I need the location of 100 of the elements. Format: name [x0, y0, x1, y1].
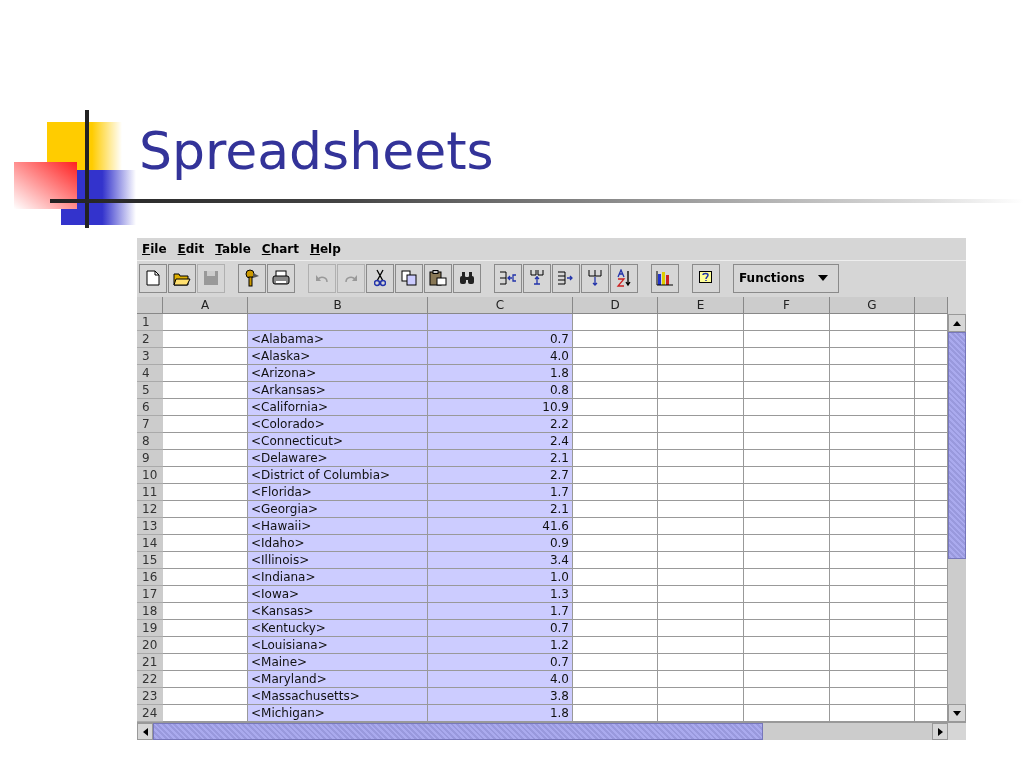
- column-header[interactable]: G: [830, 297, 915, 314]
- append-row-button[interactable]: [581, 263, 609, 293]
- row-header[interactable]: 12: [137, 501, 163, 518]
- table-cell: 0.8: [428, 382, 573, 399]
- table-cell: <Colorado>: [248, 416, 428, 433]
- horizontal-scrollbar[interactable]: [137, 722, 966, 740]
- blank-page-icon: [146, 270, 160, 286]
- chart-button[interactable]: [651, 263, 679, 293]
- table-cell: <Alabama>: [248, 331, 428, 348]
- table-cell: 1.2: [428, 637, 573, 654]
- table-cell: 2.1: [428, 450, 573, 467]
- table-cell: <Kansas>: [248, 603, 428, 620]
- table-cell: <Hawaii>: [248, 518, 428, 535]
- row-header[interactable]: 3: [137, 348, 163, 365]
- menu-item[interactable]: Help: [309, 242, 341, 256]
- row-header[interactable]: 17: [137, 586, 163, 603]
- append-column-button[interactable]: [552, 263, 580, 293]
- table-cell: <Maine>: [248, 654, 428, 671]
- down-arrow-icon: [953, 710, 961, 716]
- copy-icon: [401, 270, 417, 286]
- table-cell: 1.8: [428, 705, 573, 722]
- row-header[interactable]: 13: [137, 518, 163, 535]
- table-cell: <Iowa>: [248, 586, 428, 603]
- menu-item[interactable]: Table: [215, 242, 251, 256]
- row-header[interactable]: 24: [137, 705, 163, 722]
- functions-dropdown[interactable]: Functions: [733, 263, 839, 293]
- table-cell: 10.9: [428, 399, 573, 416]
- printer-icon: [272, 270, 290, 286]
- column-header[interactable]: F: [744, 297, 830, 314]
- help-icon: [698, 270, 714, 286]
- open-button[interactable]: [168, 263, 196, 293]
- print-button[interactable]: [267, 263, 295, 293]
- table-cell: <Idaho>: [248, 535, 428, 552]
- row-header[interactable]: 22: [137, 671, 163, 688]
- row-header[interactable]: 20: [137, 637, 163, 654]
- insert-column-button[interactable]: [494, 263, 522, 293]
- row-header[interactable]: 10: [137, 467, 163, 484]
- table-cell: <Maryland>: [248, 671, 428, 688]
- column-header[interactable]: E: [658, 297, 744, 314]
- table-cell: 0.9: [428, 535, 573, 552]
- folder-icon: [173, 270, 191, 286]
- keys-button[interactable]: [238, 263, 266, 293]
- table-cell: 0.7: [428, 620, 573, 637]
- row-header[interactable]: 1: [137, 314, 163, 331]
- scroll-thumb[interactable]: [948, 332, 966, 559]
- column-header[interactable]: A: [163, 297, 248, 314]
- up-arrow-icon: [953, 320, 961, 326]
- row-header[interactable]: 9: [137, 450, 163, 467]
- row-header[interactable]: 4: [137, 365, 163, 382]
- append-row-icon: [587, 269, 603, 287]
- scissors-icon: [374, 269, 386, 287]
- scroll-thumb[interactable]: [153, 723, 763, 740]
- find-button[interactable]: [453, 263, 481, 293]
- menu-item[interactable]: Edit: [177, 242, 205, 256]
- row-header[interactable]: 2: [137, 331, 163, 348]
- menu-item[interactable]: File: [142, 242, 167, 256]
- row-header[interactable]: 8: [137, 433, 163, 450]
- caret-icon: [818, 275, 828, 281]
- slide-title: Spreadsheets: [139, 120, 494, 183]
- copy-button[interactable]: [395, 263, 423, 293]
- paste-button[interactable]: [424, 263, 452, 293]
- insert-row-button[interactable]: [523, 263, 551, 293]
- row-header[interactable]: 16: [137, 569, 163, 586]
- sort-icon: [616, 269, 632, 287]
- table-cell: 0.7: [428, 654, 573, 671]
- table-cell: 3.8: [428, 688, 573, 705]
- row-header[interactable]: 5: [137, 382, 163, 399]
- table-cell: 1.8: [428, 365, 573, 382]
- table-cell: 2.2: [428, 416, 573, 433]
- table-cell: 0.7: [428, 331, 573, 348]
- column-header[interactable]: D: [573, 297, 658, 314]
- row-header[interactable]: 7: [137, 416, 163, 433]
- insert-row-icon: [529, 269, 545, 287]
- table-cell: 4.0: [428, 671, 573, 688]
- cut-button[interactable]: [366, 263, 394, 293]
- table-cell: <District of Columbia>: [248, 467, 428, 484]
- row-header[interactable]: 14: [137, 535, 163, 552]
- table-cell: 1.0: [428, 569, 573, 586]
- table-cell: <Connecticut>: [248, 433, 428, 450]
- row-header[interactable]: 6: [137, 399, 163, 416]
- help-button[interactable]: [692, 263, 720, 293]
- table-cell: 1.3: [428, 586, 573, 603]
- new-button[interactable]: [139, 263, 167, 293]
- row-header[interactable]: 11: [137, 484, 163, 501]
- table-cell: <Kentucky>: [248, 620, 428, 637]
- row-header[interactable]: 23: [137, 688, 163, 705]
- column-header[interactable]: C: [428, 297, 573, 314]
- table-cell: <Illinois>: [248, 552, 428, 569]
- row-header[interactable]: 15: [137, 552, 163, 569]
- row-header[interactable]: 18: [137, 603, 163, 620]
- table-cell: 3.4: [428, 552, 573, 569]
- menu-item[interactable]: Chart: [261, 242, 299, 256]
- column-header[interactable]: B: [248, 297, 428, 314]
- table-cell: <Indiana>: [248, 569, 428, 586]
- append-column-icon: [557, 270, 575, 286]
- header-corner[interactable]: [137, 297, 163, 314]
- row-header[interactable]: 19: [137, 620, 163, 637]
- table-cell: <California>: [248, 399, 428, 416]
- row-header[interactable]: 21: [137, 654, 163, 671]
- sort-button[interactable]: [610, 263, 638, 293]
